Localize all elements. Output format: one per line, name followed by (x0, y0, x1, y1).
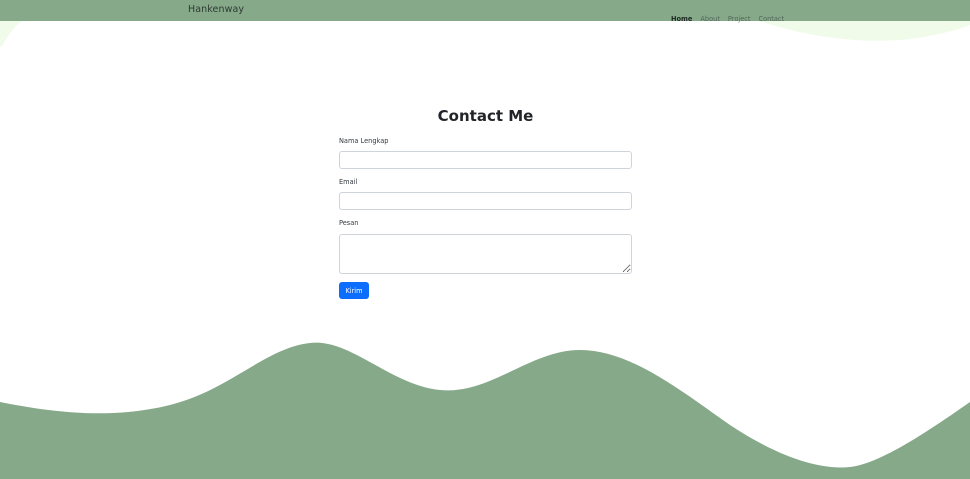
submit-button[interactable]: Kirim (339, 282, 369, 299)
top-wave-left-shape (0, 21, 22, 47)
nav-link-about[interactable]: About (700, 15, 720, 23)
top-wave-decoration (0, 21, 970, 47)
message-label: Pesan (339, 219, 359, 227)
name-label: Nama Lengkap (339, 137, 389, 145)
bottom-wave-shape (0, 342, 970, 479)
name-input[interactable] (339, 151, 632, 169)
nav-menu: Home About Project Contact (671, 6, 784, 25)
top-wave-right-shape (760, 21, 970, 41)
email-input[interactable] (339, 192, 632, 210)
nav-item-home: Home (671, 6, 692, 25)
nav-link-home[interactable]: Home (671, 15, 692, 23)
navbar: Hankenway Home About Project Contact (0, 0, 970, 23)
nav-item-about: About (700, 6, 720, 25)
bottom-wave-decoration (0, 342, 970, 479)
email-label: Email (339, 178, 358, 186)
message-textarea[interactable] (339, 234, 632, 274)
nav-link-project[interactable]: Project (728, 15, 751, 23)
nav-item-contact: Contact (758, 6, 784, 25)
contact-section: Contact Me Nama Lengkap Email Pesan Kiri… (339, 106, 632, 299)
brand-logo-link[interactable]: Hankenway (188, 4, 244, 15)
nav-link-contact[interactable]: Contact (758, 15, 784, 23)
nav-item-project: Project (728, 6, 751, 25)
page-title: Contact Me (437, 107, 534, 125)
